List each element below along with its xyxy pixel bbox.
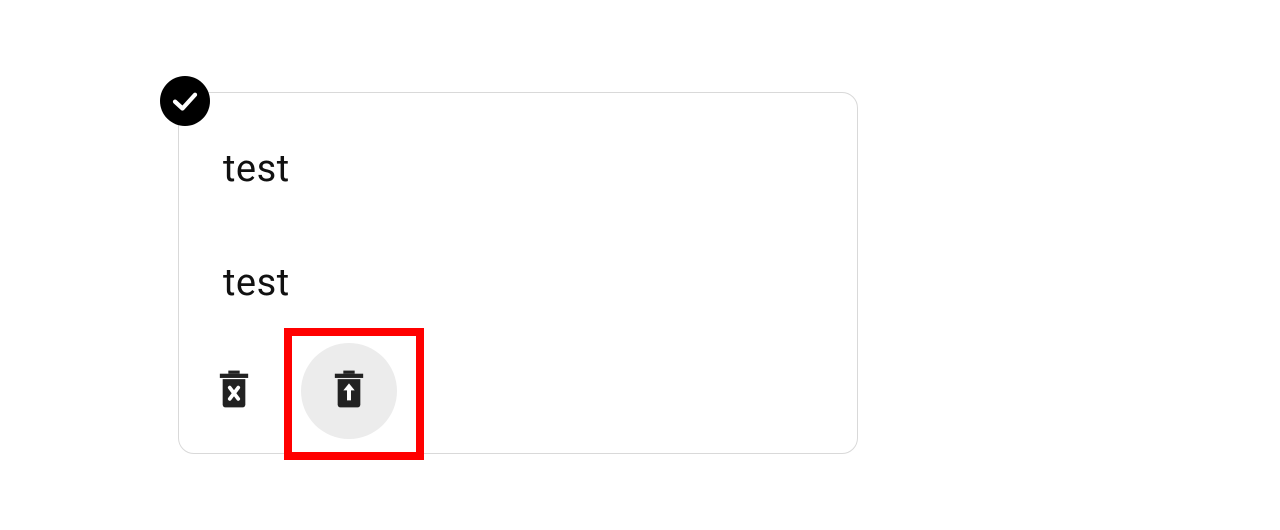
check-icon xyxy=(170,86,200,116)
delete-permanent-button[interactable] xyxy=(213,370,255,412)
restore-button[interactable] xyxy=(301,343,397,439)
trash-x-icon xyxy=(217,370,251,412)
card-actions xyxy=(213,343,397,439)
card-subtitle: test xyxy=(223,261,813,305)
card-title: test xyxy=(223,147,813,191)
done-badge xyxy=(160,76,210,126)
trash-restore-icon xyxy=(332,370,366,412)
item-card: test test xyxy=(178,92,858,454)
